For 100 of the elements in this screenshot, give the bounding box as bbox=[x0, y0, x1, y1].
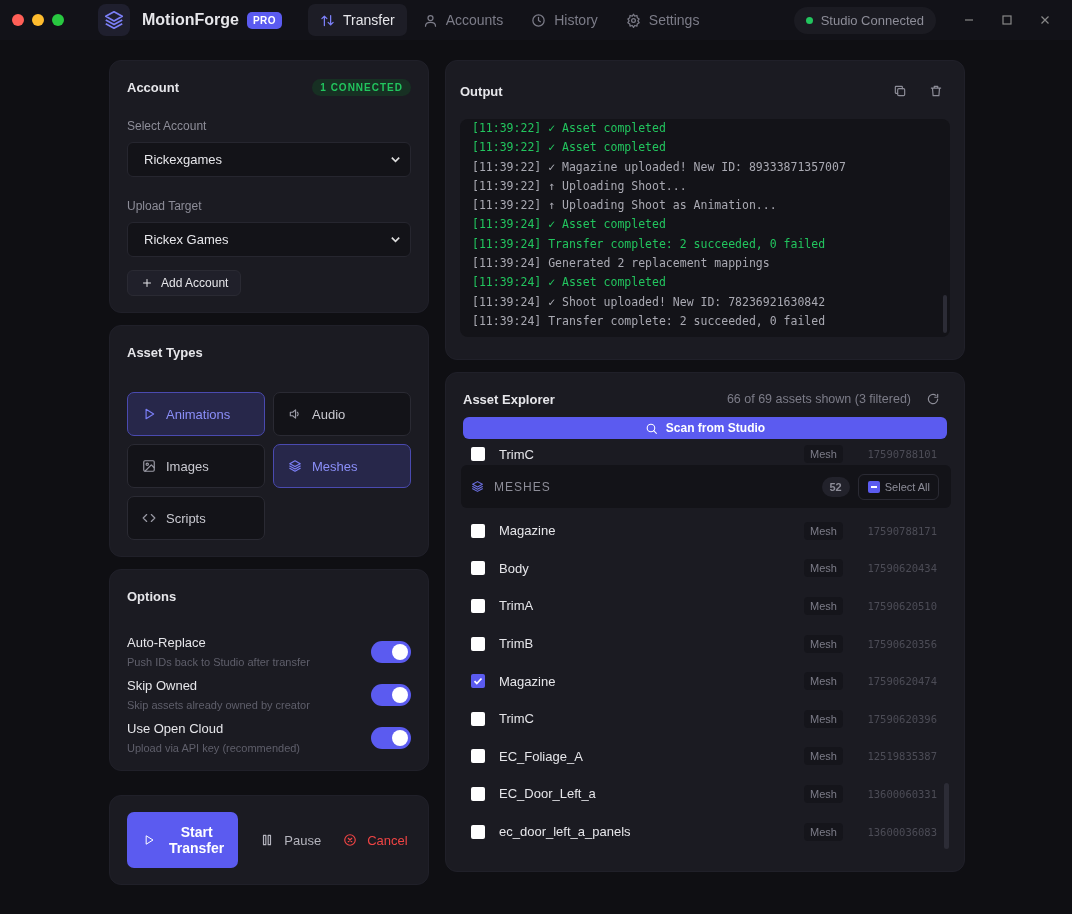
asset-name: EC_Foliage_A bbox=[499, 748, 584, 764]
asset-name: Magazine bbox=[499, 673, 557, 689]
nav-tab[interactable]: History bbox=[519, 4, 610, 36]
copy-icon bbox=[893, 84, 907, 98]
card-title: Asset Types bbox=[127, 344, 203, 360]
checkbox[interactable] bbox=[471, 749, 485, 764]
card-title: Account bbox=[127, 79, 179, 95]
account-dropdown[interactable]: Rickex Games bbox=[127, 222, 411, 257]
field-label: Select Account bbox=[127, 119, 208, 133]
status-label: Studio Connected bbox=[820, 12, 924, 28]
option-hint: Skip assets already owned by creator bbox=[127, 699, 310, 711]
asset-type-toggle[interactable]: Meshes bbox=[273, 444, 411, 488]
log-line: [11:39:24] Transfer complete: 2 succeeded, 0 failed bbox=[472, 235, 827, 253]
asset-name: TrimA bbox=[499, 598, 535, 614]
select-all-button[interactable]: Select All bbox=[857, 473, 939, 500]
asset-type-tag: Mesh bbox=[804, 747, 843, 766]
plus-icon bbox=[141, 277, 153, 289]
asset-type-toggle[interactable]: Animations bbox=[127, 392, 265, 436]
cancel-icon bbox=[343, 833, 358, 847]
toggle-switch[interactable] bbox=[371, 726, 411, 749]
log-line: [11:39:24] ✓ Asset completed bbox=[472, 216, 667, 234]
checkbox[interactable] bbox=[471, 523, 485, 538]
asset-type-tag: Mesh bbox=[804, 634, 843, 653]
asset-type-toggle[interactable]: Scripts bbox=[127, 496, 265, 540]
scan-button[interactable]: Scan from Studio bbox=[463, 417, 947, 439]
connected-badge: 1 CONNECTED bbox=[312, 78, 411, 96]
plan-badge: PRO bbox=[246, 11, 283, 29]
log-line: [11:39:24] Transfer complete: 2 succeeded, 0 failed bbox=[472, 312, 827, 330]
toggle-switch[interactable] bbox=[371, 683, 411, 706]
log-line: [11:39:22] ↑ Uploading Shoot as Animation... bbox=[472, 197, 778, 215]
transfer-icon bbox=[320, 12, 336, 28]
user-icon bbox=[422, 12, 438, 28]
image-icon bbox=[142, 459, 156, 473]
option-label: Use Open Cloud bbox=[127, 721, 225, 736]
pause-button[interactable]: Pause bbox=[244, 824, 332, 856]
minimize-window-dot[interactable] bbox=[32, 14, 44, 26]
log-line: [11:39:22] ✓ Asset completed bbox=[472, 120, 667, 137]
add-account-button[interactable]: Add Account bbox=[127, 270, 242, 296]
option-hint: Upload via API key (recommended) bbox=[127, 742, 301, 754]
checkbox[interactable] bbox=[471, 636, 485, 651]
asset-summary: 66 of 69 assets shown (3 filtered) bbox=[726, 392, 911, 406]
group-count: 52 bbox=[821, 476, 850, 497]
cancel-button[interactable]: Cancel bbox=[337, 824, 418, 856]
nav-tab[interactable]: Accounts bbox=[410, 4, 516, 36]
refresh-icon bbox=[926, 392, 940, 406]
app-logo bbox=[98, 4, 130, 36]
start-transfer-button[interactable]: Start Transfer bbox=[127, 812, 239, 868]
account-dropdown[interactable]: Rickexgames bbox=[127, 142, 411, 177]
log-line: [11:39:22] ✓ Magazine uploaded! New ID: 89333871357007 bbox=[472, 158, 847, 176]
asset-name: TrimC bbox=[499, 446, 535, 462]
close-window-dot[interactable] bbox=[12, 14, 24, 26]
zoom-window-dot[interactable] bbox=[52, 14, 64, 26]
field-label: Upload Target bbox=[127, 199, 203, 213]
layers-icon bbox=[471, 480, 484, 493]
log-line: [11:39:24] ✓ Shoot uploaded! New ID: 78236921630842 bbox=[472, 293, 827, 311]
checkbox[interactable] bbox=[471, 599, 485, 613]
checkbox[interactable] bbox=[471, 561, 485, 576]
asset-name: ec_door_left_a_panels bbox=[499, 824, 632, 840]
asset-name: Body bbox=[499, 560, 530, 576]
log-line: [11:39:22] ↑ Uploading Shoot... bbox=[472, 177, 688, 195]
asset-name: EC_Door_Left_a bbox=[499, 786, 597, 802]
asset-type-toggle[interactable]: Images bbox=[127, 444, 265, 488]
checkbox[interactable] bbox=[471, 447, 485, 461]
chevron-down-icon bbox=[390, 154, 401, 165]
card-title: Asset Explorer bbox=[463, 391, 555, 407]
checkbox[interactable] bbox=[471, 786, 485, 801]
layers-icon bbox=[288, 459, 302, 473]
option-label: Auto-Replace bbox=[127, 635, 207, 650]
asset-type-tag: Mesh bbox=[804, 597, 843, 615]
option-label: Skip Owned bbox=[127, 678, 199, 693]
checkbox[interactable] bbox=[471, 711, 485, 726]
asset-name: Magazine bbox=[499, 523, 557, 539]
log-line: [11:39:22] ✓ Asset completed bbox=[472, 139, 667, 157]
asset-type-tag: Mesh bbox=[804, 709, 843, 728]
asset-type-tag: Mesh bbox=[804, 445, 843, 463]
play-icon bbox=[142, 407, 156, 421]
asset-type-toggle[interactable]: Audio bbox=[273, 392, 411, 436]
play-icon bbox=[143, 834, 155, 846]
checkbox[interactable] bbox=[471, 824, 485, 839]
gear-icon bbox=[625, 12, 641, 28]
trash-icon bbox=[929, 84, 943, 98]
app-name: MotionForge bbox=[142, 11, 239, 29]
chevron-down-icon bbox=[390, 234, 401, 245]
log-line: [11:39:24] Generated 2 replacement mappings bbox=[472, 255, 771, 273]
asset-type-tag: Mesh bbox=[804, 822, 843, 841]
toggle-switch[interactable] bbox=[371, 640, 411, 663]
asset-type-tag: Mesh bbox=[804, 559, 843, 578]
speaker-icon bbox=[288, 407, 302, 421]
option-hint: Push IDs back to Studio after transfer bbox=[127, 656, 310, 668]
card-title: Options bbox=[127, 588, 177, 604]
asset-name: TrimB bbox=[499, 636, 535, 652]
nav-tab[interactable]: Transfer bbox=[308, 4, 407, 36]
nav-tab[interactable]: Settings bbox=[613, 4, 712, 36]
checkbox[interactable] bbox=[471, 674, 485, 689]
search-icon bbox=[644, 421, 658, 435]
asset-type-tag: Mesh bbox=[804, 672, 843, 691]
log-line: [11:39:24] ✓ Asset completed bbox=[472, 274, 667, 292]
code-icon bbox=[142, 511, 156, 525]
group-label: MESHES bbox=[494, 479, 552, 494]
clock-icon bbox=[531, 12, 547, 28]
